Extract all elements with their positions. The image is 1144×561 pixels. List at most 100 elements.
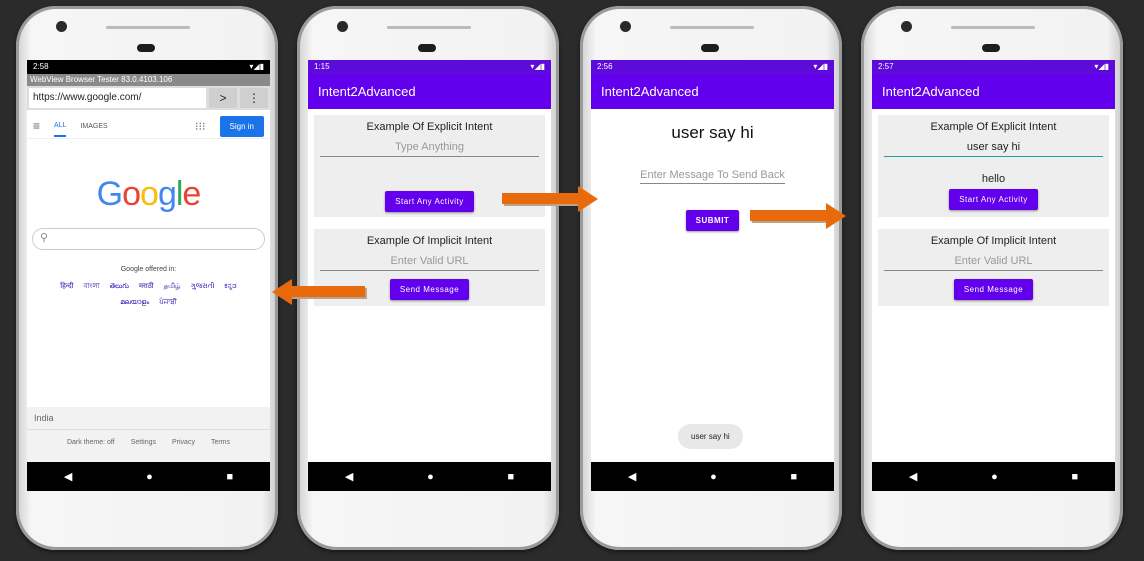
logo-letter: G xyxy=(96,175,123,213)
home-icon[interactable]: ● xyxy=(427,471,434,483)
phone-main: 1:15 ▾◢▮ Intent2Advanced Example Of Expl… xyxy=(297,6,559,550)
camera xyxy=(620,21,631,32)
implicit-title: Example Of Implicit Intent xyxy=(930,235,1057,247)
toast: user say hi xyxy=(678,424,743,449)
speaker xyxy=(951,26,1035,29)
start-activity-button[interactable]: Start Any Activity xyxy=(949,189,1038,210)
language-link[interactable]: ಕನ್ನಡ xyxy=(224,283,236,290)
earpiece xyxy=(418,44,436,52)
language-links: हिन्दी বাংলা తెలుగు मराठी தமிழ் ગુજરાતી … xyxy=(43,279,254,311)
nav-bar: ◀ ● ■ xyxy=(872,462,1115,491)
screen: 1:15 ▾◢▮ Intent2Advanced Example Of Expl… xyxy=(308,60,551,491)
implicit-card: Example Of Implicit Intent Enter Valid U… xyxy=(878,229,1109,306)
hamburger-icon[interactable]: ≡ xyxy=(33,119,40,133)
back-icon[interactable]: ◀ xyxy=(628,470,636,483)
footer-link[interactable]: Privacy xyxy=(172,439,195,446)
recents-icon[interactable]: ■ xyxy=(226,471,233,483)
recents-icon[interactable]: ■ xyxy=(790,471,797,483)
home-icon[interactable]: ● xyxy=(991,471,998,483)
search-icon: ⚲ xyxy=(40,232,49,244)
language-link[interactable]: മലയാളം xyxy=(120,299,149,306)
logo-letter: e xyxy=(182,175,201,213)
go-button[interactable]: > xyxy=(209,88,237,108)
screen: 2:56 ▾◢▮ Intent2Advanced user say hi Ent… xyxy=(591,60,834,491)
implicit-title: Example Of Implicit Intent xyxy=(366,235,493,247)
status-bar: 1:15 ▾◢▮ xyxy=(308,60,551,74)
nav-bar: ◀ ● ■ xyxy=(308,462,551,491)
home-icon[interactable]: ● xyxy=(710,471,717,483)
tab-images[interactable]: IMAGES xyxy=(80,123,107,130)
speaker xyxy=(106,26,190,29)
phone-webview: 2:58 ▾◢▮ WebView Browser Tester 83.0.410… xyxy=(16,6,278,550)
url-input[interactable]: https://www.google.com/ xyxy=(29,88,206,108)
footer-links: Dark theme: off Settings Privacy Terms xyxy=(27,439,270,446)
chevron-right-icon: > xyxy=(219,91,227,105)
footer-link[interactable]: Dark theme: off xyxy=(67,439,115,446)
status-bar: 2:58 ▾◢▮ xyxy=(27,60,270,74)
webview-title: WebView Browser Tester 83.0.4103.106 xyxy=(27,74,270,86)
submit-button[interactable]: SUBMIT xyxy=(685,210,740,231)
url-input[interactable]: Enter Valid URL xyxy=(884,253,1103,271)
url-bar: https://www.google.com/ > ⋮ xyxy=(27,86,270,110)
status-bar: 2:56 ▾◢▮ xyxy=(591,60,834,74)
search-box[interactable]: ⚲ xyxy=(32,228,265,250)
url-input[interactable]: Enter Valid URL xyxy=(320,253,539,271)
language-link[interactable]: తెలుగు xyxy=(110,283,129,290)
camera xyxy=(901,21,912,32)
earpiece xyxy=(701,44,719,52)
language-link[interactable]: বাংলা xyxy=(83,283,99,290)
footer-link[interactable]: Settings xyxy=(131,439,156,446)
language-link[interactable]: ગુજરાતી xyxy=(191,283,215,290)
app-title: Intent2Advanced xyxy=(872,74,1115,109)
explicit-title: Example Of Explicit Intent xyxy=(930,121,1057,133)
arrow-right-icon xyxy=(750,203,846,229)
offered-in-label: Google offered in: xyxy=(120,266,177,273)
logo-letter: o xyxy=(122,175,141,213)
back-icon[interactable]: ◀ xyxy=(345,470,353,483)
signin-button[interactable]: Sign in xyxy=(219,115,264,137)
status-time: 2:57 xyxy=(878,62,894,71)
earpiece xyxy=(982,44,1000,52)
status-time: 1:15 xyxy=(314,62,330,71)
arrow-left-icon xyxy=(272,279,368,305)
language-link[interactable]: தமிழ் xyxy=(164,283,181,290)
app-title: Intent2Advanced xyxy=(591,74,834,109)
more-vert-icon[interactable]: ⋮ xyxy=(240,88,268,108)
arrow-right-icon xyxy=(502,186,598,212)
recents-icon[interactable]: ■ xyxy=(1071,471,1078,483)
status-icons: ▾◢▮ xyxy=(530,62,545,71)
screen: 2:57 ▾◢▮ Intent2Advanced Example Of Expl… xyxy=(872,60,1115,491)
camera xyxy=(56,21,67,32)
language-link[interactable]: हिन्दी xyxy=(60,283,73,290)
recents-icon[interactable]: ■ xyxy=(507,471,514,483)
nav-bar: ◀ ● ■ xyxy=(591,462,834,491)
status-icons: ▾◢▮ xyxy=(1094,62,1109,71)
received-message: user say hi xyxy=(671,123,754,142)
earpiece xyxy=(137,44,155,52)
status-icons: ▾◢▮ xyxy=(813,62,828,71)
apps-grid-icon[interactable]: ⁝⁝⁝ xyxy=(195,120,206,133)
back-icon[interactable]: ◀ xyxy=(909,470,917,483)
language-link[interactable]: मराठी xyxy=(139,283,154,290)
explicit-input[interactable]: user say hi xyxy=(884,139,1103,157)
back-icon[interactable]: ◀ xyxy=(64,470,72,483)
country-label: India xyxy=(27,407,270,430)
google-footer: India Dark theme: off Settings Privacy T… xyxy=(27,407,270,462)
start-activity-button[interactable]: Start Any Activity xyxy=(385,191,474,212)
reply-input[interactable]: Enter Message To Send Back xyxy=(640,169,785,184)
google-header: ≡ ALL IMAGES ⁝⁝⁝ Sign in xyxy=(27,110,270,139)
send-message-button[interactable]: Send Message xyxy=(389,279,470,300)
explicit-input[interactable]: Type Anything xyxy=(320,139,539,157)
phone-result: 2:57 ▾◢▮ Intent2Advanced Example Of Expl… xyxy=(861,6,1123,550)
language-link[interactable]: ਪੰਜਾਬੀ xyxy=(159,299,177,306)
tab-all[interactable]: ALL xyxy=(54,122,67,137)
status-icons: ▾◢▮ xyxy=(249,62,264,71)
app-title: Intent2Advanced xyxy=(308,74,551,109)
logo-letter: o xyxy=(140,175,159,213)
speaker xyxy=(670,26,754,29)
footer-link[interactable]: Terms xyxy=(211,439,230,446)
send-message-button[interactable]: Send Message xyxy=(953,279,1034,300)
explicit-title: Example Of Explicit Intent xyxy=(366,121,493,133)
home-icon[interactable]: ● xyxy=(146,471,153,483)
explicit-card: Example Of Explicit Intent user say hi h… xyxy=(878,115,1109,217)
